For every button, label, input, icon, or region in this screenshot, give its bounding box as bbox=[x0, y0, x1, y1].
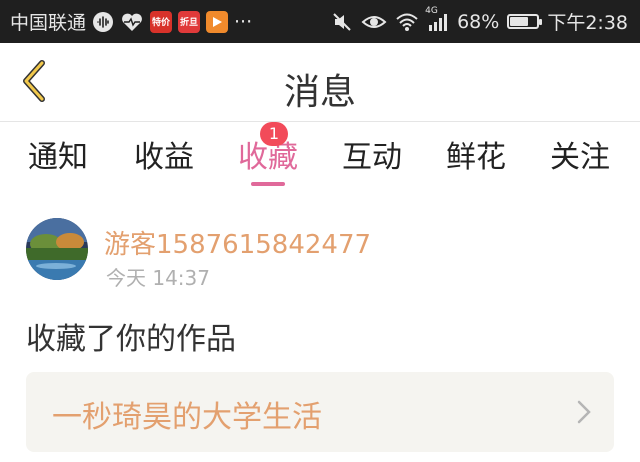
favorited-work-card[interactable]: 一秒琦昊的大学生活 bbox=[26, 372, 614, 452]
tab-following[interactable]: 关注 bbox=[544, 132, 616, 190]
mute-icon bbox=[331, 11, 353, 33]
tab-label: 互动 bbox=[342, 140, 402, 175]
tab-bar: 通知 收益 1 收藏 互动 鲜花 关注 bbox=[0, 122, 640, 190]
message-timestamp: 今天 14:37 bbox=[106, 266, 210, 290]
header: 消息 bbox=[0, 43, 640, 122]
tab-label: 关注 bbox=[550, 140, 610, 175]
tab-notifications[interactable]: 通知 bbox=[22, 132, 94, 190]
active-tab-indicator bbox=[251, 182, 285, 186]
tab-flowers[interactable]: 鲜花 bbox=[440, 132, 512, 190]
more-notifications-icon: ··· bbox=[234, 10, 253, 33]
page-title: 消息 bbox=[283, 72, 356, 113]
tab-label: 通知 bbox=[28, 140, 88, 175]
eye-icon bbox=[361, 12, 387, 32]
tab-favorites[interactable]: 1 收藏 bbox=[232, 122, 304, 190]
video-app-icon bbox=[206, 10, 229, 33]
work-title: 一秒琦昊的大学生活 bbox=[52, 400, 322, 435]
status-bar: 中国联通 特价 折旦 ··· 4G 68% 下午2:38 bbox=[0, 0, 640, 43]
heartbeat-icon bbox=[120, 11, 144, 33]
status-bar-left: 中国联通 特价 折旦 ··· bbox=[10, 0, 252, 43]
message-action-text: 收藏了你的作品 bbox=[26, 322, 236, 357]
tab-interactions[interactable]: 互动 bbox=[336, 132, 408, 190]
carrier-name: 中国联通 bbox=[10, 12, 87, 34]
clock: 下午2:38 bbox=[547, 12, 628, 34]
unread-badge: 1 bbox=[260, 122, 288, 146]
battery-percent: 68% bbox=[457, 10, 500, 33]
audio-wave-icon bbox=[92, 11, 114, 33]
tab-label: 收益 bbox=[134, 140, 194, 175]
status-bar-right: 4G 68% 下午2:38 bbox=[331, 0, 628, 43]
tab-label: 鲜花 bbox=[446, 140, 506, 175]
signal-icon: 4G bbox=[425, 6, 449, 32]
wifi-icon bbox=[395, 12, 419, 32]
network-type: 4G bbox=[425, 5, 438, 16]
chevron-right-icon bbox=[577, 400, 591, 424]
avatar[interactable] bbox=[26, 218, 88, 280]
battery-fill bbox=[510, 17, 528, 26]
username-link[interactable]: 游客1587615842477 bbox=[104, 224, 371, 261]
tab-earnings[interactable]: 收益 bbox=[128, 132, 200, 190]
app-icon-tejia: 特价 bbox=[150, 10, 173, 33]
app-icon-zhedan: 折旦 bbox=[178, 10, 201, 33]
battery-icon bbox=[507, 14, 543, 29]
